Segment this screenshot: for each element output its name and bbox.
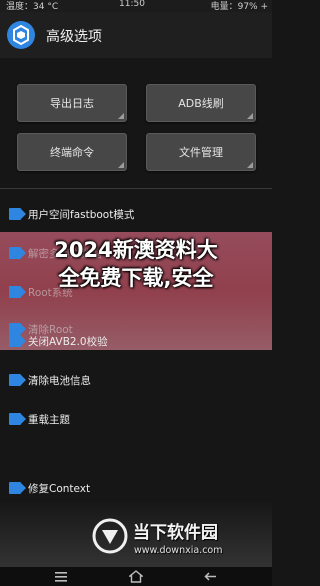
- option-label: 清除电池信息: [28, 375, 91, 387]
- corner-mark-icon: [247, 113, 253, 119]
- option-label: 重载主题: [28, 414, 70, 426]
- home-icon[interactable]: [129, 570, 143, 583]
- option-label: 修复Context: [28, 483, 91, 495]
- adb-sideload-button-label: ADB线刷: [178, 97, 224, 110]
- corner-mark-icon: [118, 162, 124, 168]
- option-arrow-icon: [9, 208, 26, 220]
- option-arrow-icon: [9, 335, 26, 347]
- watermark-name: 当下软件园: [133, 523, 218, 543]
- watermark-logo-icon: [92, 518, 128, 554]
- option-arrow-icon: [9, 413, 26, 425]
- file-manager-button-label: 文件管理: [179, 146, 223, 159]
- battery-readout: 电量：97% +: [210, 2, 268, 12]
- file-manager-button[interactable]: 文件管理: [146, 133, 256, 171]
- export-log-button[interactable]: 导出日志: [17, 84, 127, 122]
- option-fastbootd[interactable]: 用户空间fastboot模式: [0, 204, 272, 226]
- page-title: 高级选项: [46, 29, 102, 45]
- option-arrow-icon: [9, 374, 26, 386]
- watermark-url: www.downxia.com: [134, 545, 223, 556]
- export-log-button-label: 导出日志: [50, 97, 94, 110]
- option-disable-avb[interactable]: 关闭AVB2.0校验: [0, 331, 272, 353]
- overlay-line-1: 2024新澳资料大: [54, 238, 218, 262]
- overlay-line-2: 全免费下载,安全: [58, 266, 214, 290]
- option-reload-theme[interactable]: 重载主题: [0, 409, 272, 431]
- corner-mark-icon: [247, 162, 253, 168]
- back-icon[interactable]: [204, 570, 218, 583]
- option-arrow-icon: [9, 482, 26, 494]
- option-label: 用户空间fastboot模式: [28, 209, 135, 221]
- adb-sideload-button[interactable]: ADB线刷: [146, 84, 256, 122]
- option-label: 关闭AVB2.0校验: [28, 336, 108, 348]
- twrp-logo-icon: [7, 21, 35, 49]
- clock: 11:50: [119, 0, 145, 9]
- terminal-button[interactable]: 终端命令: [17, 133, 127, 171]
- corner-mark-icon: [118, 113, 124, 119]
- overlay-headline: 2024新澳资料大 全免费下载,安全: [0, 236, 272, 292]
- navigation-bar: [0, 567, 272, 586]
- option-fix-context[interactable]: 修复Context: [0, 478, 272, 500]
- temperature-readout: 温度：34 °C: [6, 2, 59, 12]
- terminal-button-label: 终端命令: [50, 146, 94, 159]
- status-bar: 温度：34 °C 11:50 电量：97% +: [0, 0, 272, 12]
- title-bar: 高级选项: [0, 12, 272, 58]
- menu-icon[interactable]: [54, 570, 68, 583]
- option-wipe-battery-stats[interactable]: 清除电池信息: [0, 370, 272, 392]
- divider: [0, 188, 272, 189]
